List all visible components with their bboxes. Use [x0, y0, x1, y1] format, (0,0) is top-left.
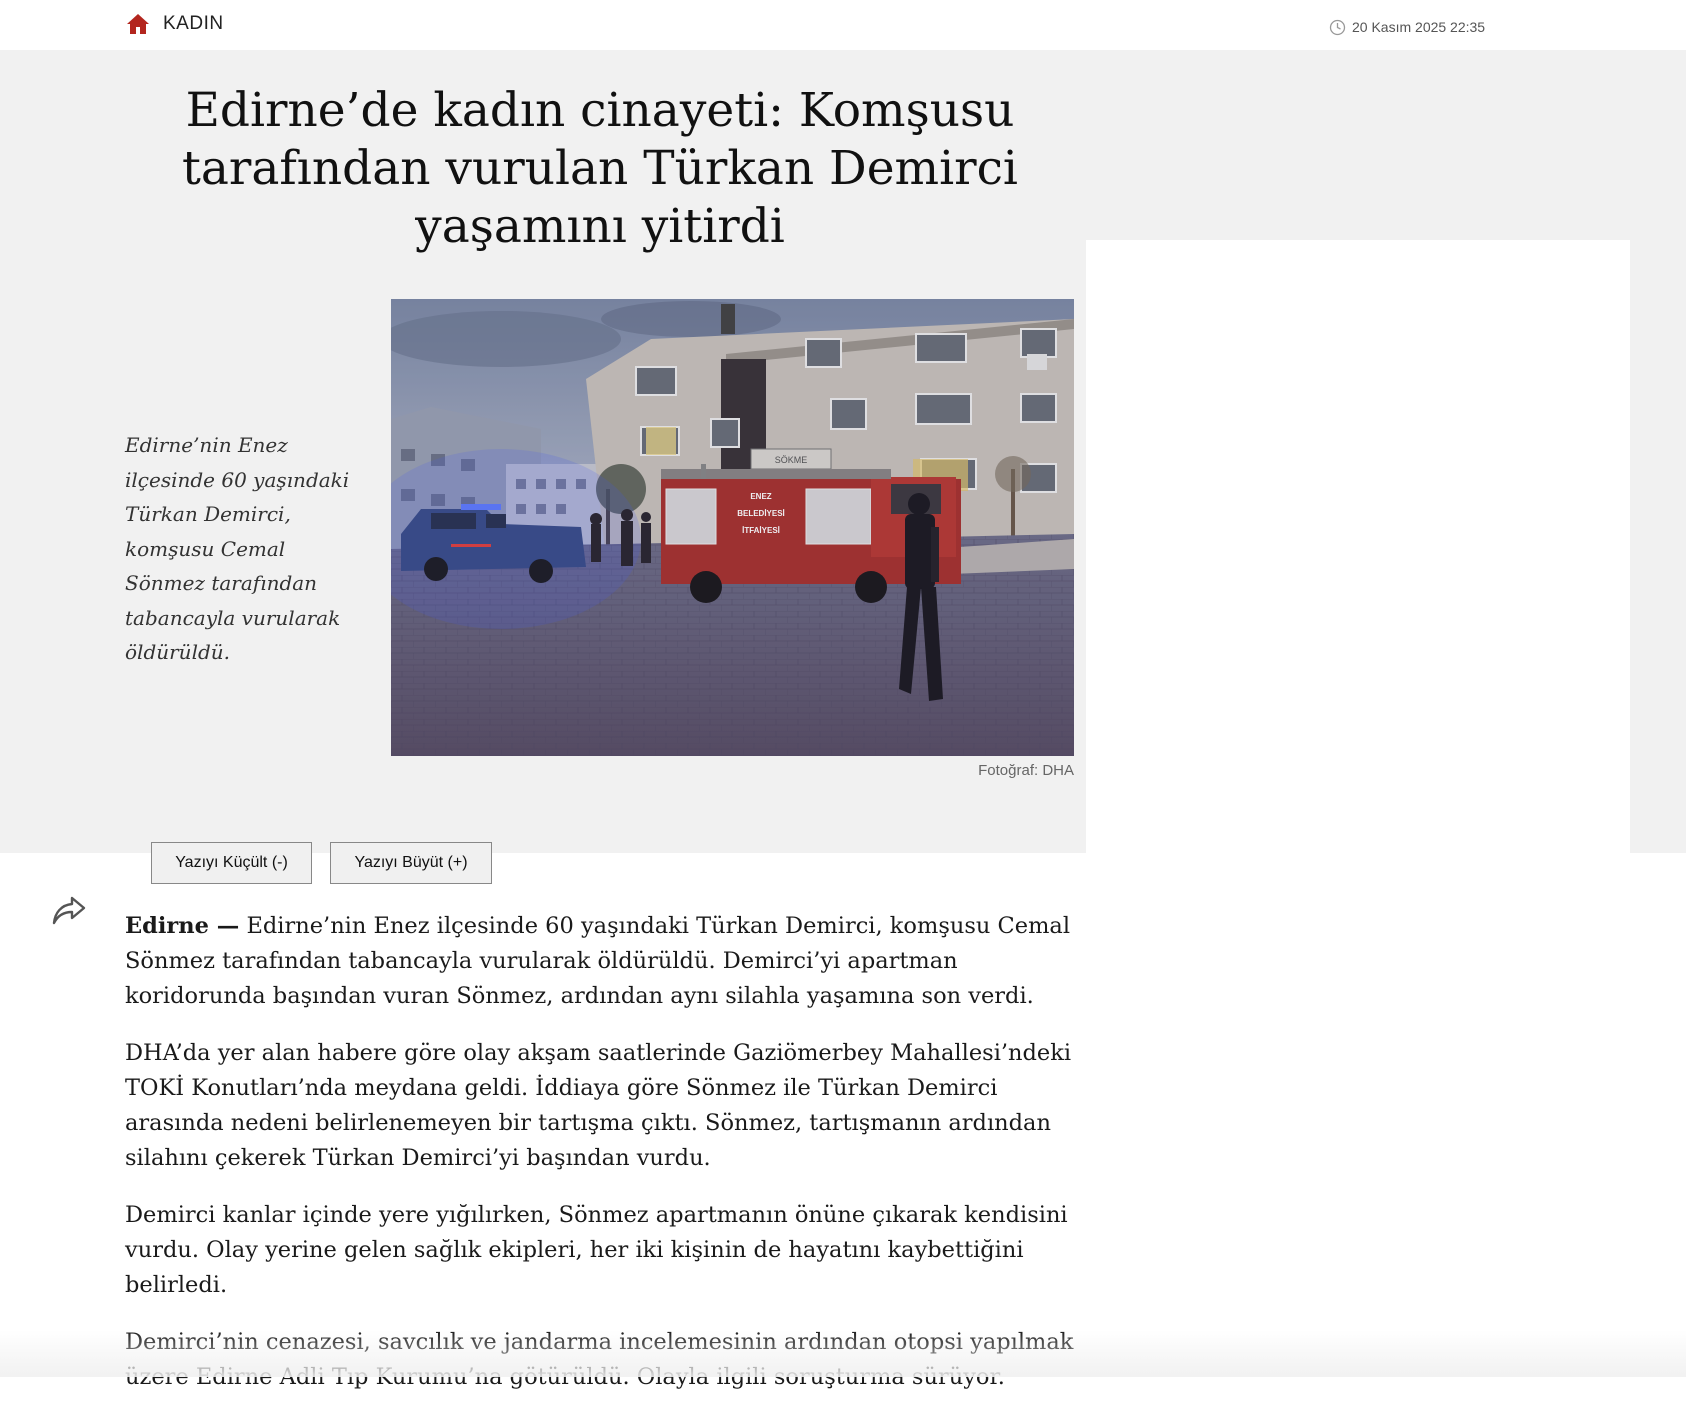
clock-icon [1329, 19, 1346, 36]
article-photo: SÖKME ENEZ BELEDİYESİ İTFAİYESİ [391, 299, 1074, 756]
paragraph-text: Edirne’nin Enez ilçesinde 60 yaşındaki T… [125, 913, 1071, 1009]
publish-timestamp: 20 Kasım 2025 22:35 [1352, 19, 1486, 35]
page-title: Edirne’de kadın cinayeti: Komşusu tarafı… [182, 83, 1018, 254]
photo-credit: Fotoğraf: DHA [978, 762, 1074, 779]
article-body: Edirne — Edirne’nin Enez ilçesinde 60 ya… [125, 909, 1075, 1417]
article-paragraph: DHA’da yer alan habere göre olay akşam s… [125, 1040, 1072, 1171]
enlarge-text-button[interactable]: Yazıyı Büyüt (+) [330, 842, 492, 884]
top-bar: KADIN 20 Kasım 2025 22:35 [0, 0, 1686, 50]
article-paragraph: Demirci kanlar içinde yere yığılırken, S… [125, 1202, 1068, 1298]
section-link[interactable]: KADIN [163, 13, 224, 35]
dateline: Edirne — [125, 913, 240, 939]
photo-caption: Edirne’nin Enez ilçesinde 60 yaşındaki T… [125, 433, 350, 664]
home-icon[interactable] [126, 13, 150, 35]
share-icon[interactable] [50, 892, 88, 928]
sidebar-panel [1086, 240, 1630, 853]
article-paragraph: Edirne — Edirne’nin Enez ilçesinde 60 ya… [125, 909, 1075, 1014]
article-paragraph: Demirci’nin cenazesi, savcılık ve jandar… [125, 1329, 1074, 1390]
shrink-text-button[interactable]: Yazıyı Küçült (-) [151, 842, 312, 884]
